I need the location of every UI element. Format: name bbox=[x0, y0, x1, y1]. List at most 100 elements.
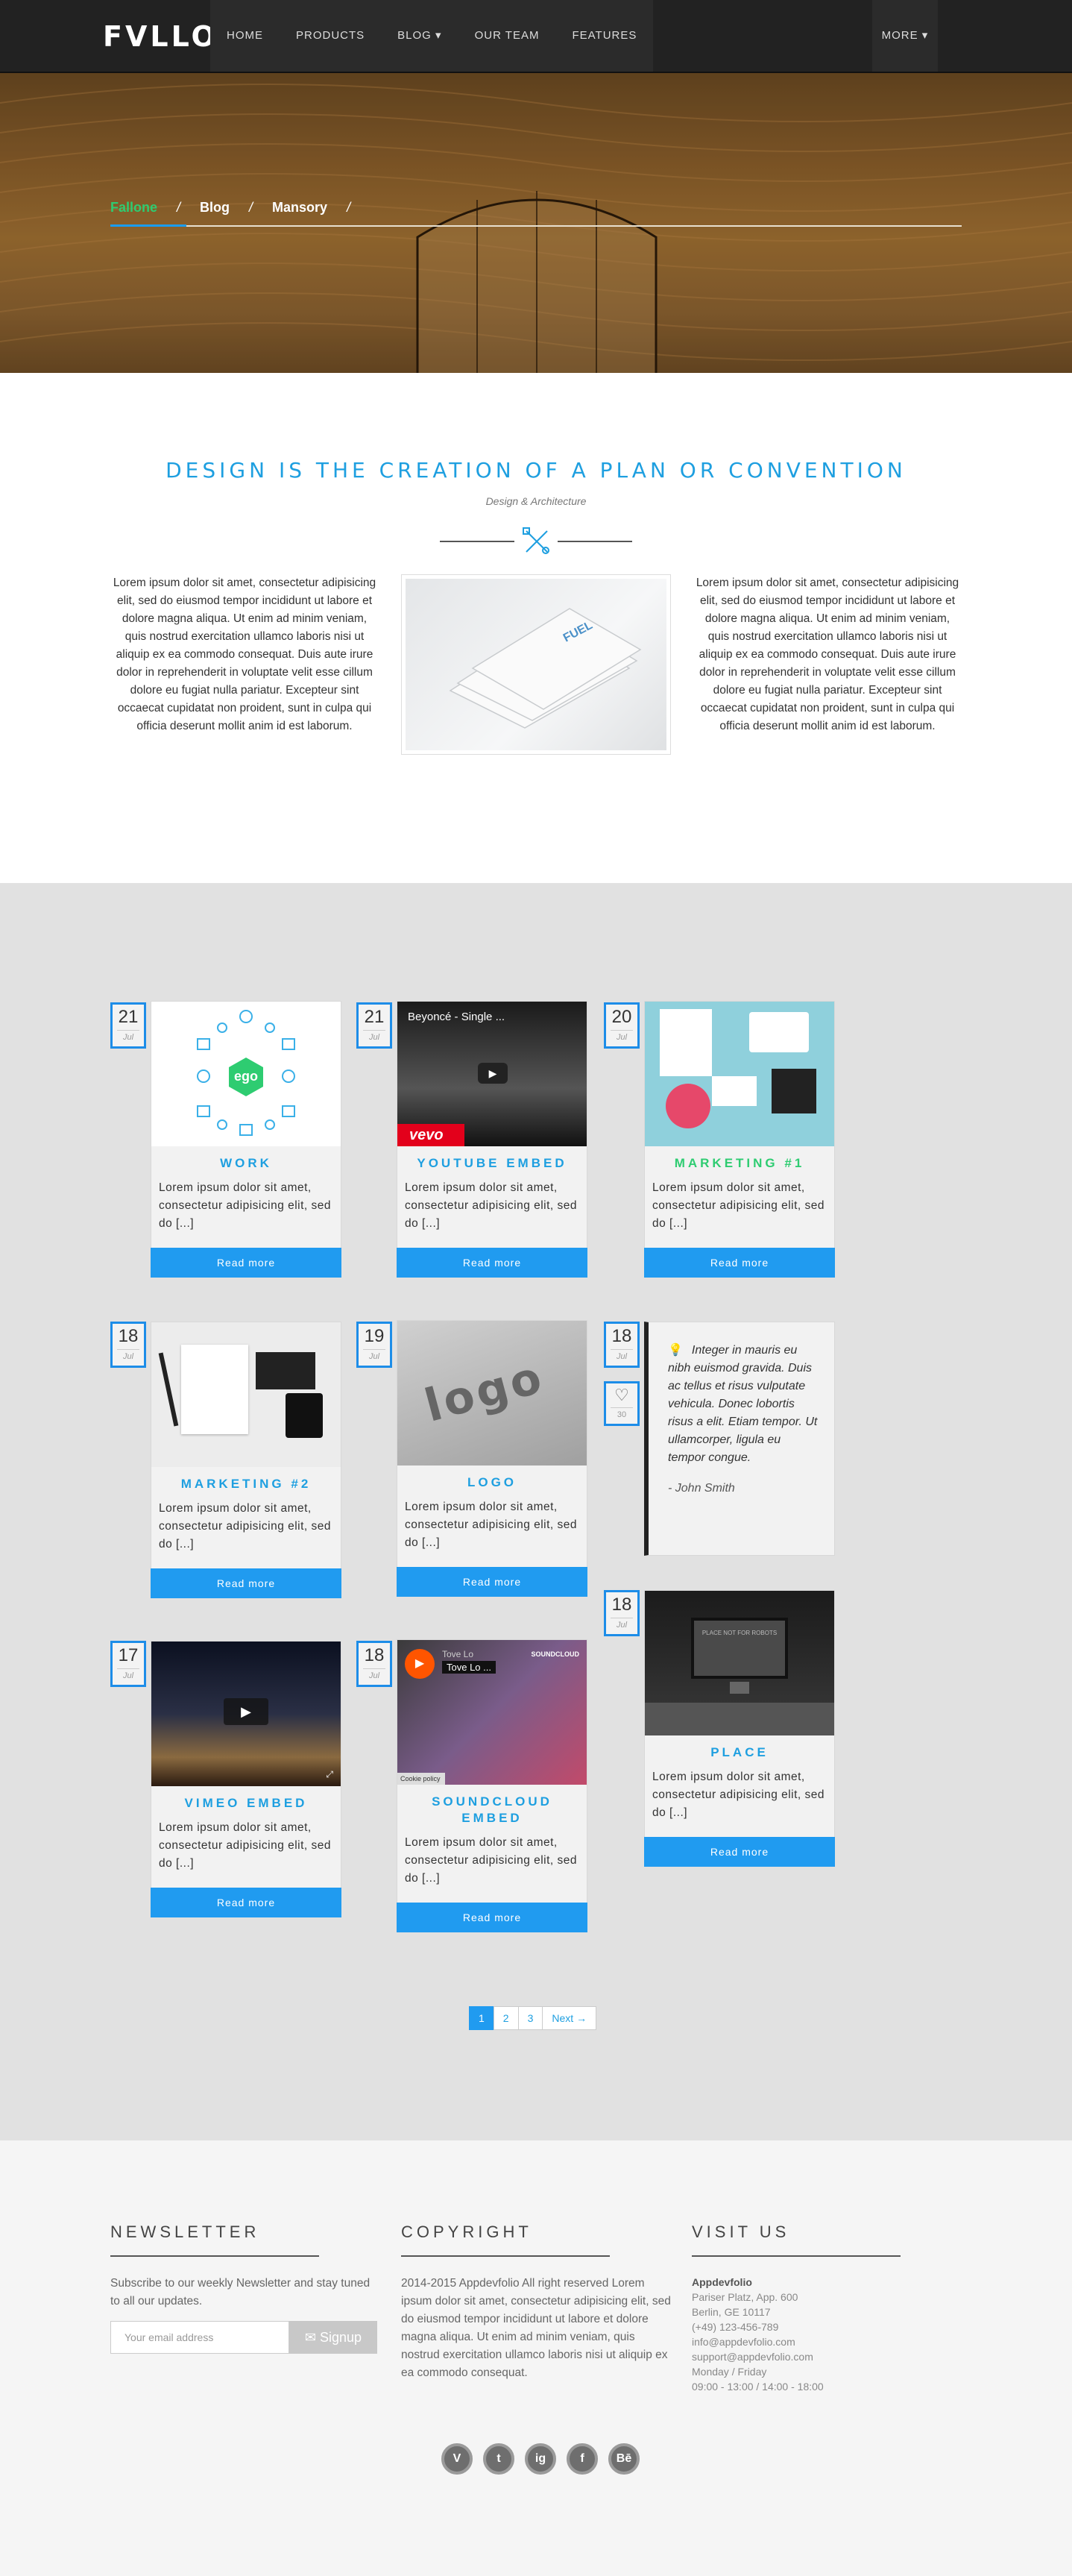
youtube-video-embed[interactable]: Beyoncé - Single ... ▶ vevo bbox=[397, 1002, 587, 1146]
card-thumbnail[interactable] bbox=[151, 1322, 341, 1467]
read-more-button[interactable]: Read more bbox=[151, 1568, 341, 1598]
twitter-icon[interactable]: t bbox=[483, 2443, 514, 2475]
main-menu: HOME PRODUCTS BLOG ▾ OUR TEAM FEATURES bbox=[210, 0, 654, 72]
soundcloud-embed[interactable]: ▶ Tove Lo Tove Lo ... SOUNDCLOUD Cookie … bbox=[397, 1640, 587, 1785]
blog-card-logo: logo LOGO Lorem ipsum dolor sit amet, co… bbox=[397, 1320, 587, 1597]
menu-item-blog[interactable]: BLOG ▾ bbox=[381, 0, 458, 72]
read-more-button[interactable]: Read more bbox=[397, 1567, 587, 1597]
menu-item-more[interactable]: MORE ▾ bbox=[872, 0, 938, 72]
read-more-button[interactable]: Read more bbox=[397, 1248, 587, 1278]
card-thumbnail[interactable]: PLACE NOT FOR ROBOTS bbox=[645, 1591, 834, 1735]
intro-right-text: Lorem ipsum dolor sit amet, consectetur … bbox=[696, 577, 959, 732]
card-thumbnail[interactable]: logo bbox=[397, 1321, 587, 1466]
page-3-button[interactable]: 3 bbox=[517, 2006, 543, 2030]
read-more-button[interactable]: Read more bbox=[644, 1248, 835, 1278]
vimeo-video-embed[interactable]: ▶ ⤢ bbox=[151, 1642, 341, 1786]
read-more-button[interactable]: Read more bbox=[151, 1888, 341, 1917]
heart-icon[interactable]: ♡ bbox=[606, 1385, 637, 1406]
copyright-text: 2014-2015 Appdevfolio All right reserved… bbox=[401, 2277, 671, 2379]
blog-card-marketing-1: MARKETING #1 Lorem ipsum dolor sit amet,… bbox=[644, 1001, 835, 1278]
breadcrumb-home[interactable]: Fallone bbox=[110, 200, 157, 216]
info-email[interactable]: info@appdevfolio.com bbox=[692, 2336, 795, 2348]
intro-left-text: Lorem ipsum dolor sit amet, consectetur … bbox=[113, 577, 376, 732]
ego-logo-text: ego bbox=[234, 1069, 258, 1084]
card-excerpt: Lorem ipsum dolor sit amet, consectetur … bbox=[405, 1836, 578, 1885]
card-title[interactable]: WORK bbox=[151, 1155, 341, 1172]
like-counter[interactable]: ♡ 30 bbox=[604, 1381, 640, 1426]
breadcrumb-blog[interactable]: Blog bbox=[200, 200, 230, 216]
intro-image: FUEL bbox=[401, 574, 671, 755]
date-badge: 18 Jul bbox=[604, 1590, 640, 1636]
card-title[interactable]: PLACE bbox=[645, 1744, 834, 1761]
phone-number[interactable]: (+49) 123-456-789 bbox=[692, 2321, 778, 2333]
blog-card-work: ego WORK Lorem ipsum dolor sit amet, con… bbox=[151, 1001, 341, 1278]
menu-item-home[interactable]: HOME bbox=[210, 0, 280, 72]
date-badge: 18 Jul bbox=[110, 1322, 146, 1368]
copyright-heading: COPYRIGHT bbox=[401, 2222, 610, 2257]
footer-visit-us: VISIT US Appdevfolio Pariser Platz, App.… bbox=[692, 2222, 962, 2394]
date-badge: 18 Jul bbox=[356, 1641, 392, 1687]
card-title[interactable]: MARKETING #1 bbox=[645, 1155, 834, 1172]
breadcrumb-underline bbox=[110, 225, 962, 227]
facebook-icon[interactable]: f bbox=[567, 2443, 598, 2475]
play-icon[interactable]: ▶ bbox=[224, 1698, 268, 1725]
intro-title: DESIGN IS THE CREATION OF A PLAN OR CONV… bbox=[165, 458, 907, 483]
cookie-policy-link[interactable]: Cookie policy bbox=[397, 1773, 445, 1785]
email-input[interactable]: Your email address bbox=[110, 2321, 289, 2354]
blog-card-soundcloud-embed: ▶ Tove Lo Tove Lo ... SOUNDCLOUD Cookie … bbox=[397, 1639, 587, 1932]
next-page-button[interactable]: Next → bbox=[542, 2006, 597, 2030]
menu-item-features[interactable]: FEATURES bbox=[555, 0, 653, 72]
card-excerpt: Lorem ipsum dolor sit amet, consectetur … bbox=[652, 1181, 825, 1230]
send-icon: ✉ bbox=[304, 2330, 321, 2345]
read-more-button[interactable]: Read more bbox=[151, 1248, 341, 1278]
card-thumbnail[interactable]: ego bbox=[151, 1002, 341, 1146]
card-excerpt: Lorem ipsum dolor sit amet, consectetur … bbox=[405, 1501, 578, 1549]
video-title: Beyoncé - Single ... bbox=[408, 1011, 505, 1023]
breadcrumb-separator: / bbox=[177, 200, 181, 215]
top-navbar: FVLLONƎ HOME PRODUCTS BLOG ▾ OUR TEAM FE… bbox=[0, 0, 1072, 73]
newsletter-form: Your email address ✉ Signup bbox=[110, 2321, 377, 2354]
soundcloud-logo: SOUNDCLOUD bbox=[531, 1650, 580, 1658]
play-icon[interactable]: ▶ bbox=[405, 1649, 435, 1679]
date-badge: 17 Jul bbox=[110, 1641, 146, 1687]
read-more-button[interactable]: Read more bbox=[397, 1903, 587, 1932]
date-badge: 19 Jul bbox=[356, 1322, 392, 1368]
menu-item-products[interactable]: PRODUCTS bbox=[280, 0, 381, 72]
social-links: V t ig f Bē bbox=[441, 2443, 640, 2475]
behance-icon[interactable]: Bē bbox=[608, 2443, 640, 2475]
card-title[interactable]: MARKETING #2 bbox=[151, 1476, 341, 1492]
support-email[interactable]: support@appdevfolio.com bbox=[692, 2351, 813, 2363]
page-2-button[interactable]: 2 bbox=[493, 2006, 519, 2030]
card-excerpt: Lorem ipsum dolor sit amet, consectetur … bbox=[405, 1181, 578, 1230]
fullscreen-icon[interactable]: ⤢ bbox=[326, 1769, 333, 1780]
vevo-logo: vevo bbox=[397, 1124, 464, 1146]
card-title[interactable]: LOGO bbox=[397, 1474, 587, 1491]
breadcrumb-active-underline bbox=[110, 224, 186, 227]
title-divider bbox=[440, 525, 632, 558]
footer-newsletter: NEWSLETTER Subscribe to our weekly Newsl… bbox=[110, 2222, 380, 2310]
page-1-button[interactable]: 1 bbox=[469, 2006, 494, 2030]
newsletter-text: Subscribe to our weekly Newsletter and s… bbox=[110, 2277, 371, 2308]
card-title[interactable]: SOUNDCLOUD EMBED bbox=[397, 1794, 587, 1826]
breadcrumb-mansory[interactable]: Mansory bbox=[272, 200, 327, 216]
play-icon[interactable]: ▶ bbox=[478, 1063, 508, 1084]
signup-button[interactable]: ✉ Signup bbox=[289, 2321, 377, 2354]
blog-card-place: PLACE NOT FOR ROBOTS PLACE Lorem ipsum d… bbox=[644, 1590, 835, 1867]
read-more-button[interactable]: Read more bbox=[644, 1837, 835, 1867]
hero-background-art bbox=[0, 73, 1072, 373]
breadcrumb: Fallone / Blog / Mansory / bbox=[110, 200, 370, 216]
breadcrumb-separator: / bbox=[249, 200, 253, 215]
address-line: Pariser Platz, App. 600 bbox=[692, 2291, 798, 2303]
vimeo-icon[interactable]: V bbox=[441, 2443, 473, 2475]
card-title[interactable]: VIMEO EMBED bbox=[151, 1795, 341, 1812]
card-title[interactable]: YOUTUBE EMBED bbox=[397, 1155, 587, 1172]
soundcloud-artist: Tove Lo bbox=[442, 1649, 474, 1659]
quote-text: 💡 Integer in mauris eu nibh euismod gravi… bbox=[668, 1344, 818, 1464]
instagram-icon[interactable]: ig bbox=[525, 2443, 556, 2475]
menu-item-our-team[interactable]: OUR TEAM bbox=[458, 0, 556, 72]
date-badge: 21 Jul bbox=[110, 1002, 146, 1049]
card-excerpt: Lorem ipsum dolor sit amet, consectetur … bbox=[159, 1821, 332, 1870]
opening-days: Monday / Friday bbox=[692, 2366, 767, 2378]
card-thumbnail[interactable] bbox=[645, 1002, 834, 1146]
footer-copyright: COPYRIGHT 2014-2015 Appdevfolio All righ… bbox=[401, 2222, 671, 2382]
